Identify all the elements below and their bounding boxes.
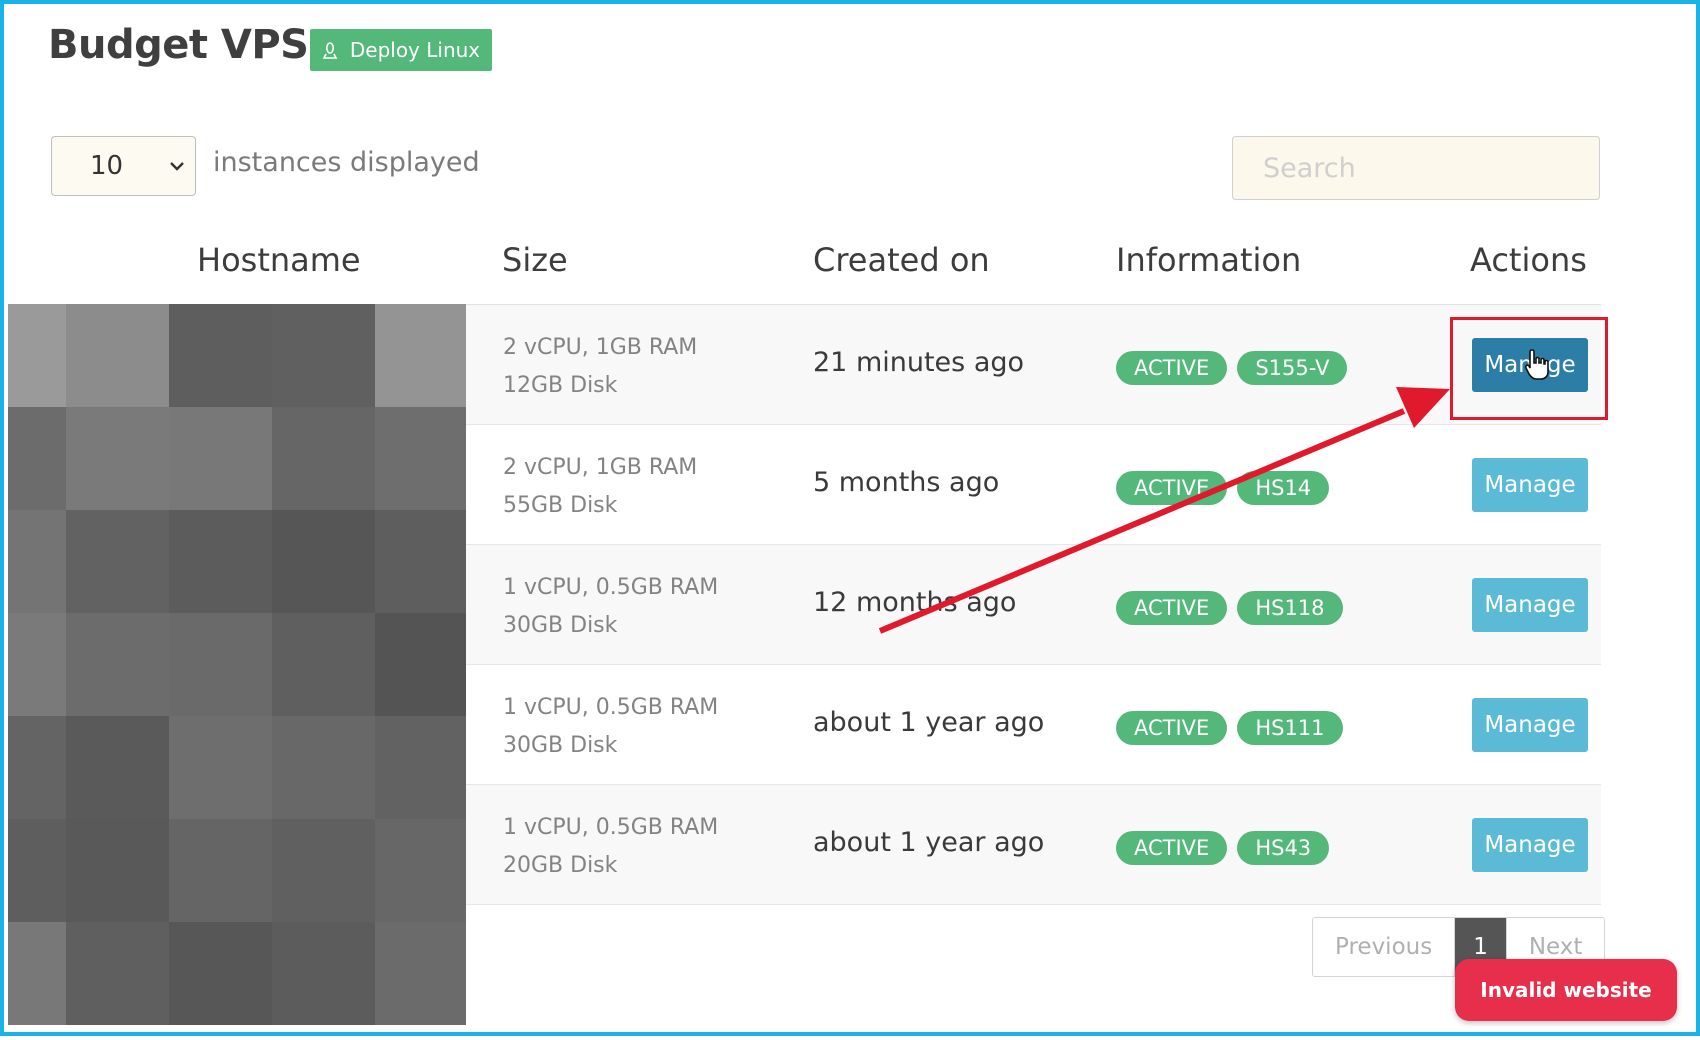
- size-disk: 30GB Disk: [503, 733, 618, 758]
- pagination-previous[interactable]: Previous: [1313, 918, 1455, 976]
- column-header-information[interactable]: Information: [1116, 241, 1301, 279]
- created-on: 5 months ago: [813, 467, 1000, 498]
- status-badge: ACTIVE: [1116, 591, 1228, 625]
- location-badge: HS111: [1237, 711, 1343, 745]
- manage-button[interactable]: Manage: [1472, 818, 1588, 872]
- status-badge: ACTIVE: [1116, 351, 1228, 385]
- location-badge: HS118: [1237, 591, 1343, 625]
- status-badge: ACTIVE: [1116, 831, 1228, 865]
- invalid-website-toast[interactable]: Invalid website: [1455, 959, 1677, 1021]
- page-size-value: 10: [90, 151, 124, 181]
- deploy-linux-button[interactable]: Deploy Linux: [310, 29, 492, 71]
- search-input[interactable]: [1232, 136, 1600, 200]
- location-badge: S155-V: [1237, 351, 1348, 385]
- hand-pointer-icon: [1524, 349, 1549, 380]
- created-on: 12 months ago: [813, 587, 1017, 618]
- created-on: about 1 year ago: [813, 827, 1045, 858]
- size-disk: 55GB Disk: [503, 493, 618, 518]
- manage-button[interactable]: Manage: [1472, 458, 1588, 512]
- chevron-down-icon: [170, 162, 184, 171]
- page-size-label: instances displayed: [213, 147, 480, 178]
- column-header-hostname[interactable]: Hostname: [197, 241, 361, 279]
- deploy-linux-label: Deploy Linux: [349, 38, 481, 62]
- linux-penguin-icon: [322, 42, 338, 59]
- page-size-select[interactable]: 10: [51, 136, 196, 196]
- manage-button[interactable]: Manage: [1472, 578, 1588, 632]
- size-cpu-ram: 2 vCPU, 1GB RAM: [503, 335, 698, 360]
- size-cpu-ram: 1 vCPU, 0.5GB RAM: [503, 695, 719, 720]
- size-cpu-ram: 1 vCPU, 0.5GB RAM: [503, 575, 719, 600]
- table-row: 1 vCPU, 0.5GB RAM 30GB Disk about 1 year…: [466, 665, 1601, 785]
- location-badge: HS43: [1237, 831, 1330, 865]
- table-row: 2 vCPU, 1GB RAM 12GB Disk 21 minutes ago…: [466, 305, 1601, 425]
- table-row: 1 vCPU, 0.5GB RAM 30GB Disk 12 months ag…: [466, 545, 1601, 665]
- created-on: about 1 year ago: [813, 707, 1045, 738]
- redacted-hostnames: [8, 304, 466, 1040]
- column-header-size[interactable]: Size: [502, 241, 568, 279]
- manage-button[interactable]: Manage: [1472, 698, 1588, 752]
- status-badge: ACTIVE: [1116, 711, 1228, 745]
- created-on: 21 minutes ago: [813, 347, 1025, 378]
- size-disk: 12GB Disk: [503, 373, 618, 398]
- size-disk: 30GB Disk: [503, 613, 618, 638]
- size-disk: 20GB Disk: [503, 853, 618, 878]
- status-badge: ACTIVE: [1116, 471, 1228, 505]
- location-badge: HS14: [1237, 471, 1330, 505]
- page-title: Budget VPS: [48, 22, 309, 68]
- size-cpu-ram: 1 vCPU, 0.5GB RAM: [503, 815, 719, 840]
- table-row: 1 vCPU, 0.5GB RAM 20GB Disk about 1 year…: [466, 785, 1601, 905]
- size-cpu-ram: 2 vCPU, 1GB RAM: [503, 455, 698, 480]
- table-row: 2 vCPU, 1GB RAM 55GB Disk 5 months ago A…: [466, 425, 1601, 545]
- column-header-created-on[interactable]: Created on: [813, 241, 990, 279]
- column-header-actions: Actions: [1470, 241, 1587, 279]
